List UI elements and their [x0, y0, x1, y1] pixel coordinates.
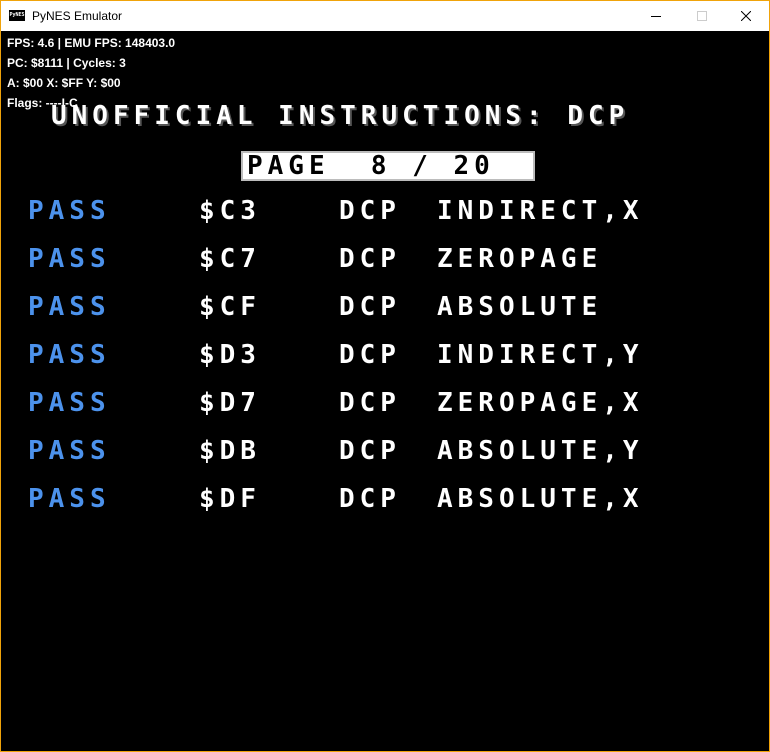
- status-text: PASS: [28, 484, 111, 514]
- app-icon: PyNES: [9, 10, 25, 21]
- nes-screen[interactable]: FPS: 4.6 | EMU FPS: 148403.0 PC: $8111 |…: [1, 31, 769, 751]
- title-bar[interactable]: PyNES PyNES Emulator: [1, 1, 769, 31]
- mnemonic-text: DCP: [339, 292, 401, 322]
- window-title: PyNES Emulator: [32, 9, 123, 23]
- opcode-text: $D7: [199, 388, 261, 418]
- emulator-window: PyNES PyNES Emulator FPS: 4.6 | EMU FPS:…: [0, 0, 770, 752]
- page-label: PAGE 8 / 20: [247, 151, 495, 181]
- mnemonic-text: DCP: [339, 436, 401, 466]
- opcode-text: $C3: [199, 196, 261, 226]
- opcode-text: $DB: [199, 436, 261, 466]
- page-indicator: PAGE 8 / 20: [241, 151, 535, 181]
- status-text: PASS: [28, 244, 111, 274]
- close-button[interactable]: [723, 1, 769, 31]
- status-text: PASS: [28, 340, 111, 370]
- hud-flags: Flags: ----I-C: [7, 96, 78, 110]
- maximize-icon: [697, 11, 707, 21]
- opcode-text: $DF: [199, 484, 261, 514]
- addressing-mode-text: INDIRECT,X: [437, 196, 644, 226]
- opcode-text: $D3: [199, 340, 261, 370]
- opcode-text: $CF: [199, 292, 261, 322]
- minimize-icon: [651, 16, 661, 17]
- close-icon: [741, 11, 751, 21]
- status-text: PASS: [28, 292, 111, 322]
- mnemonic-text: DCP: [339, 196, 401, 226]
- addressing-mode-text: ZEROPAGE,X: [437, 388, 644, 418]
- minimize-button[interactable]: [633, 1, 679, 31]
- test-heading: UNOFFICIAL INSTRUCTIONS: DCP: [51, 101, 630, 131]
- status-text: PASS: [28, 436, 111, 466]
- maximize-button[interactable]: [679, 1, 725, 31]
- mnemonic-text: DCP: [339, 244, 401, 274]
- opcode-text: $C7: [199, 244, 261, 274]
- mnemonic-text: DCP: [339, 340, 401, 370]
- addressing-mode-text: ABSOLUTE: [437, 292, 603, 322]
- mnemonic-text: DCP: [339, 484, 401, 514]
- mnemonic-text: DCP: [339, 388, 401, 418]
- addressing-mode-text: ABSOLUTE,X: [437, 484, 644, 514]
- status-text: PASS: [28, 388, 111, 418]
- hud-pc-cycles: PC: $8111 | Cycles: 3: [7, 56, 126, 70]
- addressing-mode-text: ZEROPAGE: [437, 244, 603, 274]
- addressing-mode-text: INDIRECT,Y: [437, 340, 644, 370]
- hud-fps: FPS: 4.6 | EMU FPS: 148403.0: [7, 36, 176, 50]
- status-text: PASS: [28, 196, 111, 226]
- hud-registers: A: $00 X: $FF Y: $00: [7, 76, 121, 90]
- addressing-mode-text: ABSOLUTE,Y: [437, 436, 644, 466]
